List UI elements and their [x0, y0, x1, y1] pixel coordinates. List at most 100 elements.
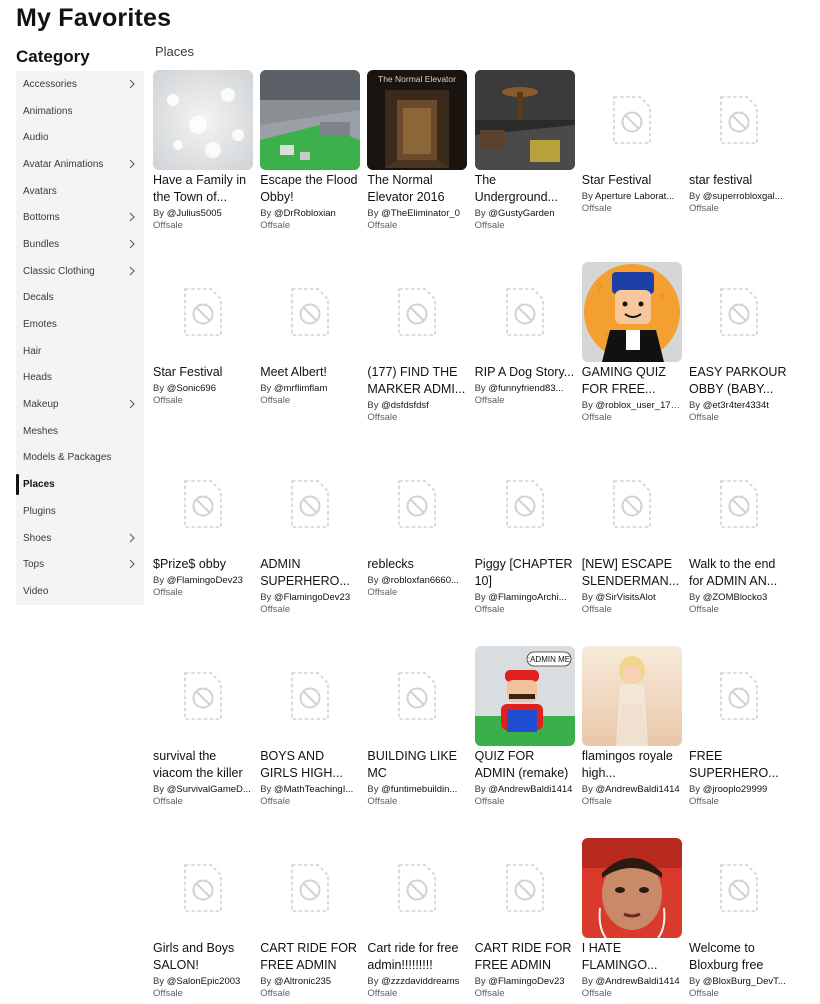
place-title[interactable]: star festival — [689, 172, 789, 189]
place-card[interactable]: $Prize$ obby By @FlamingoDev23 Offsale — [153, 454, 253, 634]
place-title[interactable]: CART RIDE FOR FREE ADMIN — [260, 940, 360, 974]
creator-link[interactable]: @GustyGarden — [488, 208, 554, 219]
place-card[interactable]: Piggy [CHAPTER 10] By @FlamingoArchi... Of… — [474, 454, 575, 634]
thumbnail-placeholder[interactable] — [689, 70, 789, 170]
sidebar-item-decals[interactable]: Decals — [16, 285, 144, 312]
thumbnail-placeholder[interactable] — [581, 70, 682, 170]
place-title[interactable]: Girls and Boys SALON! — [153, 940, 253, 974]
thumbnail-placeholder[interactable] — [260, 454, 361, 554]
thumbnail-placeholder[interactable] — [260, 838, 361, 938]
sidebar-item-bottoms[interactable]: Bottoms — [16, 204, 144, 231]
sidebar-item-classic-clothing[interactable]: Classic Clothing — [16, 258, 144, 285]
sidebar-item-audio[interactable]: Audio — [16, 124, 144, 151]
creator-link[interactable]: @MathTeachingI... — [274, 784, 353, 795]
thumbnail-placeholder[interactable] — [689, 838, 789, 938]
sidebar-item-meshes[interactable]: Meshes — [16, 418, 144, 445]
place-title[interactable]: Escape the Flood Obby! — [260, 172, 360, 206]
creator-link[interactable]: @SirVisitsAlot — [596, 592, 656, 603]
place-card[interactable]: Girls and Boys SALON! By @SalonEpic2003 Of… — [153, 838, 253, 1004]
sidebar-item-shoes[interactable]: Shoes — [16, 525, 144, 552]
place-card[interactable]: Have a Family in the Town of... By @Juliu… — [153, 70, 253, 250]
creator-link[interactable]: @robloxfan6660... — [381, 575, 459, 586]
creator-link[interactable]: @FlamingoDev23 — [274, 592, 350, 603]
place-thumbnail[interactable] — [581, 838, 682, 938]
creator-link[interactable]: @Sonic696 — [167, 383, 216, 394]
sidebar-item-tops[interactable]: Tops — [16, 551, 144, 578]
place-title[interactable]: reblecks — [367, 556, 467, 573]
place-title[interactable]: Meet Albert! — [260, 364, 360, 381]
place-title[interactable]: GAMING QUIZ FOR FREE... — [582, 364, 682, 398]
place-title[interactable]: Have a Family in the Town of... — [153, 172, 253, 206]
creator-link[interactable]: @SurvivalGameD... — [167, 784, 251, 795]
creator-link[interactable]: @AndrewBaldi1414 — [596, 784, 680, 795]
thumbnail-placeholder[interactable] — [367, 262, 468, 362]
place-card[interactable]: reblecks By @robloxfan6660... Offsale — [367, 454, 468, 634]
place-title[interactable]: Piggy [CHAPTER 10] — [475, 556, 575, 590]
place-card[interactable]: survival the viacom the killer By @Surviv… — [153, 646, 253, 826]
place-card[interactable]: Star Festival By @Sonic696 Offsale — [153, 262, 253, 442]
creator-link[interactable]: @mrflimflam — [274, 383, 327, 394]
place-card[interactable]: Meet Albert! By @mrflimflam Offsale — [260, 262, 361, 442]
creator-link[interactable]: @et3r4ter4334t — [703, 400, 769, 411]
sidebar-item-hair[interactable]: Hair — [16, 338, 144, 365]
creator-link[interactable]: @Altronic235 — [274, 976, 331, 987]
place-card[interactable]: Walk to the end for ADMIN AN... By @ZOMBl… — [689, 454, 789, 634]
creator-link[interactable]: Aperture Laborat... — [595, 191, 674, 202]
place-title[interactable]: Walk to the end for ADMIN AN... — [689, 556, 789, 590]
creator-link[interactable]: @Julius5005 — [167, 208, 222, 219]
place-title[interactable]: $Prize$ obby — [153, 556, 253, 573]
thumbnail-placeholder[interactable] — [153, 838, 253, 938]
thumbnail-placeholder[interactable] — [474, 262, 575, 362]
sidebar-item-models-and-packages[interactable]: Models & Packages — [16, 445, 144, 472]
creator-link[interactable]: @FlamingoArchi... — [488, 592, 566, 603]
place-title[interactable]: [NEW] ESCAPE SLENDERMAN... — [582, 556, 682, 590]
place-card[interactable]: ??? GAMING QUIZ FOR FREE... By @roblox_us… — [581, 262, 682, 442]
creator-link[interactable]: @AndrewBaldi1414 — [488, 784, 572, 795]
creator-link[interactable]: @jrooplo29999 — [703, 784, 768, 795]
creator-link[interactable]: @funnyfriend83... — [488, 383, 563, 394]
thumbnail-placeholder[interactable] — [474, 454, 575, 554]
sidebar-item-emotes[interactable]: Emotes — [16, 311, 144, 338]
sidebar-item-plugins[interactable]: Plugins — [16, 498, 144, 525]
place-card[interactable]: flamingos royale high... By @AndrewBaldi1… — [581, 646, 682, 826]
place-title[interactable]: Star Festival — [153, 364, 253, 381]
creator-link[interactable]: @AndrewBaldi1414 — [596, 976, 680, 987]
place-thumbnail[interactable] — [474, 70, 575, 170]
thumbnail-placeholder[interactable] — [153, 646, 253, 746]
place-card[interactable]: BUILDING LIKE MC By @funtimebuildin... Off… — [367, 646, 468, 826]
place-title[interactable]: Welcome to Bloxburg free — [689, 940, 789, 974]
sidebar-item-places[interactable]: Places — [16, 471, 144, 498]
place-title[interactable]: EASY PARKOUR OBBY (BABY... — [689, 364, 789, 398]
place-card[interactable]: star festival By @superrobloxgal... Offsal… — [689, 70, 789, 250]
sidebar-item-video[interactable]: Video — [16, 578, 144, 605]
place-card[interactable]: Cart ride for free admin!!!!!!!!! By @zzz… — [367, 838, 468, 1004]
sidebar-item-avatar-animations[interactable]: Avatar Animations — [16, 151, 144, 178]
place-card[interactable]: EASY PARKOUR OBBY (BABY... By @et3r4ter43… — [689, 262, 789, 442]
place-thumbnail[interactable]: :ADMIN ME — [474, 646, 575, 746]
sidebar-item-heads[interactable]: Heads — [16, 365, 144, 392]
thumbnail-placeholder[interactable] — [260, 646, 361, 746]
place-title[interactable]: survival the viacom the killer — [153, 748, 253, 782]
place-title[interactable]: ADMIN SUPERHERO... — [260, 556, 360, 590]
place-card[interactable]: (177) FIND THE MARKER ADMI... By @dsfdsfd… — [367, 262, 468, 442]
creator-link[interactable]: @FlamingoDev23 — [167, 575, 243, 586]
place-card[interactable]: CART RIDE FOR FREE ADMIN By @FlamingoDev2… — [474, 838, 575, 1004]
place-thumbnail[interactable] — [260, 70, 361, 170]
place-title[interactable]: flamingos royale high... — [582, 748, 682, 782]
place-card[interactable]: CART RIDE FOR FREE ADMIN By @Altronic235 O… — [260, 838, 361, 1004]
thumbnail-placeholder[interactable] — [474, 838, 575, 938]
place-card[interactable]: Star Festival By Aperture Laborat... Offsa… — [581, 70, 682, 250]
place-card[interactable]: FREE SUPERHERO... By @jrooplo29999 Offsale — [689, 646, 789, 826]
place-title[interactable]: CART RIDE FOR FREE ADMIN — [475, 940, 575, 974]
thumbnail-placeholder[interactable] — [581, 454, 682, 554]
place-title[interactable]: BUILDING LIKE MC — [367, 748, 467, 782]
creator-link[interactable]: @DrRobloxian — [274, 208, 336, 219]
place-card[interactable]: Welcome to Bloxburg free By @BloxBurg_Dev… — [689, 838, 789, 1004]
creator-link[interactable]: @zzzdaviddreams — [381, 976, 459, 987]
thumbnail-placeholder[interactable] — [689, 262, 789, 362]
place-card[interactable]: RIP A Dog Story... By @funnyfriend83... Of… — [474, 262, 575, 442]
place-title[interactable]: RIP A Dog Story... — [475, 364, 575, 381]
place-thumbnail[interactable] — [153, 70, 253, 170]
place-title[interactable]: QUIZ FOR ADMIN (remake) — [475, 748, 575, 782]
place-card[interactable]: ADMIN SUPERHERO... By @FlamingoDev23 Offsa… — [260, 454, 361, 634]
